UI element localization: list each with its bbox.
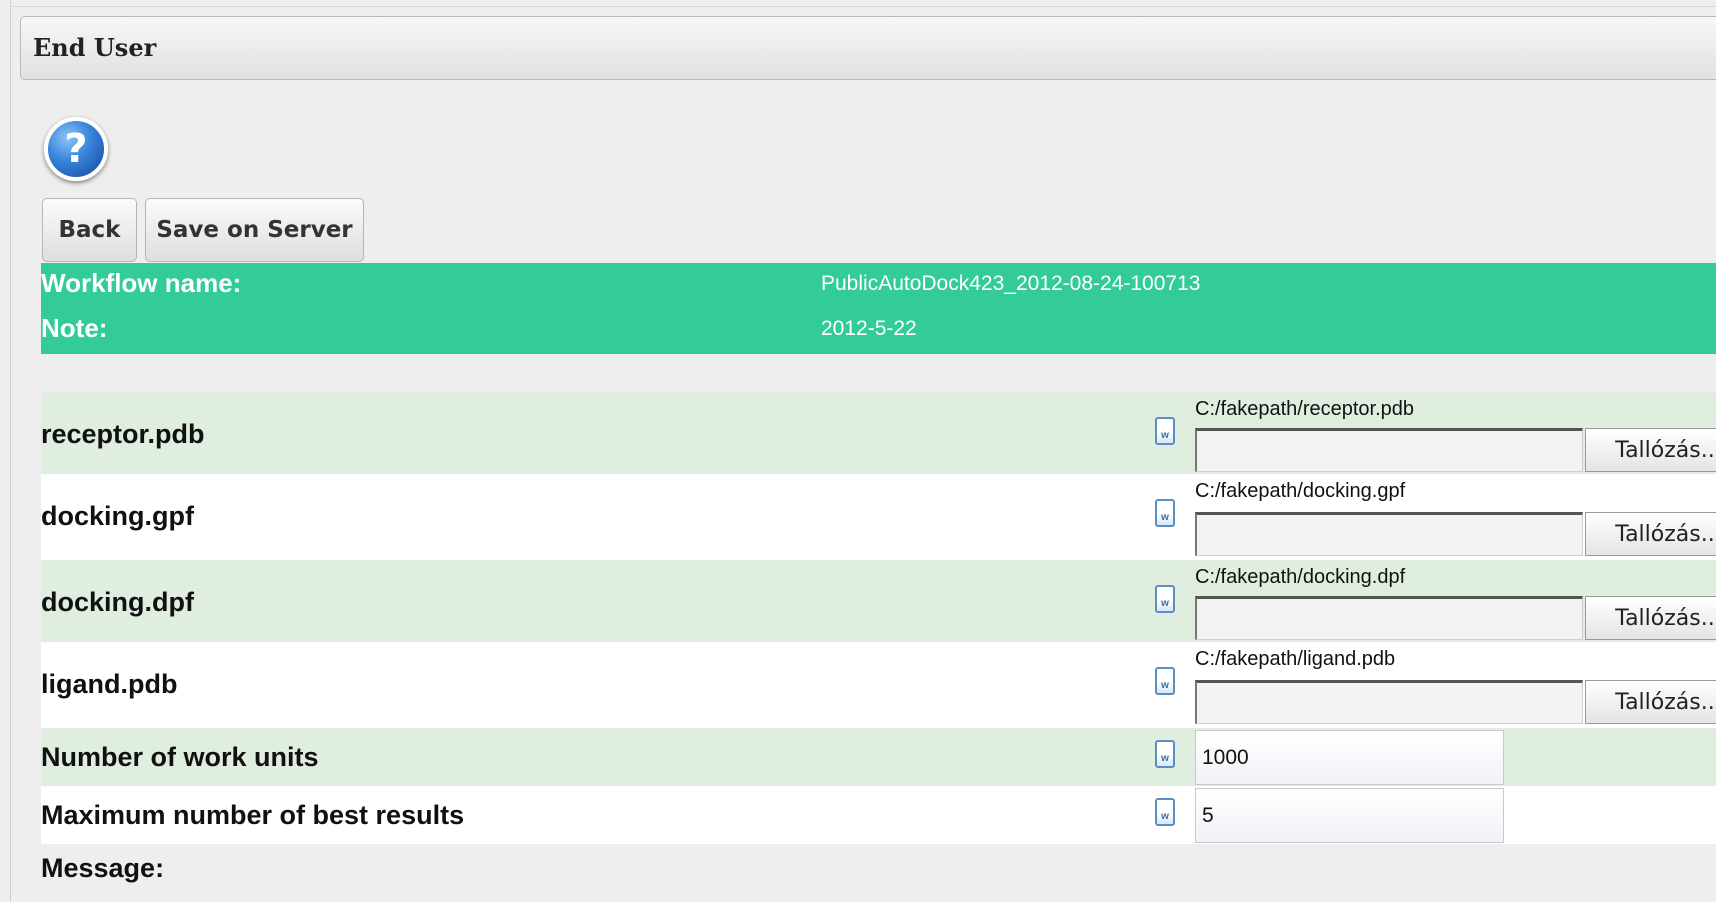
save-on-server-button[interactable]: Save on Server [145,198,364,262]
panel-title: End User [33,33,157,62]
browse-button[interactable]: Tallózás... [1585,680,1716,724]
browse-button[interactable]: Tallózás... [1585,596,1716,640]
file-row-docking-gpf: docking.gpf w C:/fakepath/docking.gpf Ta… [41,474,1716,560]
file-path: C:/fakepath/receptor.pdb [1195,398,1415,420]
param-label: Maximum number of best results [41,800,465,830]
file-label: receptor.pdb [41,419,205,449]
page-left-border [10,0,11,902]
file-row-ligand: ligand.pdb w C:/fakepath/ligand.pdb Tall… [41,642,1716,728]
panel-header: End User [20,16,1716,80]
file-path: C:/fakepath/docking.dpf [1195,566,1406,588]
note-value: 2012-5-22 [821,317,917,340]
back-button[interactable]: Back [42,198,137,262]
file-row-docking-dpf: docking.dpf w C:/fakepath/docking.dpf Ta… [41,560,1716,642]
file-label: docking.gpf [41,501,194,531]
document-icon[interactable]: w [1155,798,1175,826]
file-path: C:/fakepath/ligand.pdb [1195,648,1396,670]
browse-button[interactable]: Tallózás... [1585,428,1716,472]
file-label: docking.dpf [41,587,194,617]
message-label: Message: [41,853,165,883]
param-row-best-results: Maximum number of best results w 5 [41,786,1716,844]
best-results-input[interactable]: 5 [1195,788,1504,843]
file-path: C:/fakepath/docking.gpf [1195,480,1406,502]
document-icon[interactable]: w [1155,667,1175,695]
help-icon[interactable]: ? [44,117,108,181]
file-input[interactable] [1195,596,1583,640]
document-icon[interactable]: w [1155,585,1175,613]
document-icon[interactable]: w [1155,499,1175,527]
workflow-info-bar: Workflow name: PublicAutoDock423_2012-08… [41,263,1716,354]
file-row-receptor: receptor.pdb w C:/fakepath/receptor.pdb … [41,392,1716,474]
document-icon[interactable]: w [1155,417,1175,445]
param-label: Number of work units [41,742,319,772]
work-units-input[interactable]: 1000 [1195,730,1504,785]
note-label: Note: [41,313,108,343]
workflow-name-value: PublicAutoDock423_2012-08-24-100713 [821,272,1201,295]
file-input[interactable] [1195,512,1583,556]
file-input[interactable] [1195,680,1583,724]
document-icon[interactable]: w [1155,740,1175,768]
page-top-border [10,6,1716,7]
browse-button[interactable]: Tallózás... [1585,512,1716,556]
param-row-work-units: Number of work units w 1000 [41,728,1716,786]
file-input[interactable] [1195,428,1583,472]
workflow-name-label: Workflow name: [41,268,242,298]
file-label: ligand.pdb [41,669,178,699]
